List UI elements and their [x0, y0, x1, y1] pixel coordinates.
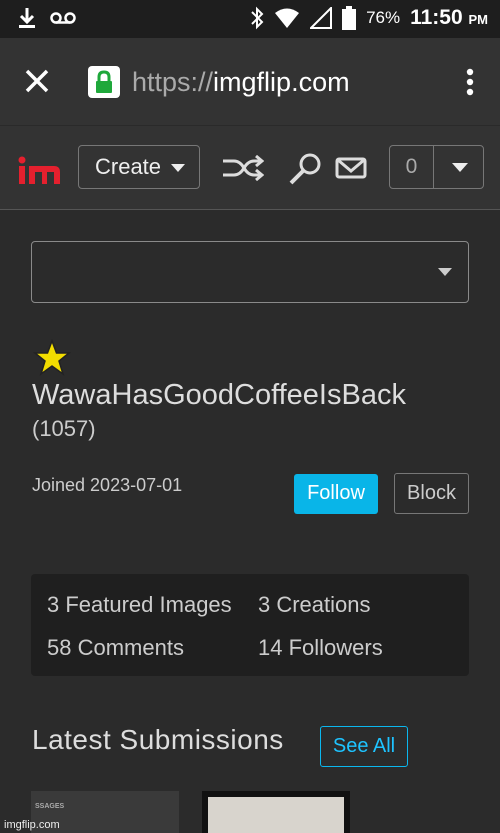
- lock-icon[interactable]: [88, 66, 120, 98]
- chevron-down-icon: [171, 164, 185, 172]
- see-all-button[interactable]: See All: [320, 726, 408, 767]
- search-icon[interactable]: [288, 152, 324, 186]
- download-icon: [19, 8, 35, 28]
- more-options-icon[interactable]: [466, 68, 474, 96]
- imgflip-logo[interactable]: [18, 150, 62, 186]
- profile-points: (1057): [32, 416, 96, 441]
- url-field[interactable]: https://imgflip.com: [132, 67, 350, 98]
- url-host: imgflip.com: [213, 67, 350, 97]
- joined-date: Joined 2023-07-01: [32, 475, 183, 495]
- profile-select[interactable]: [31, 241, 469, 303]
- create-button[interactable]: Create: [78, 145, 200, 189]
- stat-featured-images[interactable]: 3 Featured Images: [47, 592, 232, 618]
- chevron-down-icon: [452, 163, 468, 172]
- close-icon[interactable]: [22, 66, 52, 96]
- mail-icon[interactable]: [335, 157, 367, 179]
- star-icon: [33, 339, 71, 376]
- submission-thumbnail[interactable]: [202, 791, 350, 833]
- signal-icon: [310, 7, 333, 29]
- url-scheme: https://: [132, 67, 214, 97]
- stat-creations[interactable]: 3 Creations: [258, 592, 371, 618]
- block-button[interactable]: Block: [394, 473, 469, 514]
- battery-icon: [342, 6, 357, 30]
- profile-username: WawaHasGoodCoffeeIsBack: [32, 379, 406, 411]
- latest-submissions-title: Latest Submissions: [32, 724, 284, 755]
- thumbnail-image: [208, 797, 344, 833]
- clock-ampm: PM: [468, 12, 489, 27]
- notifications-dropdown[interactable]: 0: [389, 145, 484, 189]
- wifi-icon: [275, 8, 300, 28]
- create-label: Create: [95, 154, 162, 179]
- browser-toolbar: https://imgflip.com: [0, 38, 500, 126]
- stat-followers[interactable]: 14 Followers: [258, 635, 383, 661]
- voicemail-icon: [50, 12, 76, 24]
- follow-button[interactable]: Follow: [294, 474, 378, 514]
- shuffle-icon[interactable]: [222, 155, 264, 181]
- profile-stats: 3 Featured Images 3 Creations 58 Comment…: [31, 574, 469, 676]
- stat-comments[interactable]: 58 Comments: [47, 635, 184, 661]
- watermark: imgflip.com: [4, 819, 60, 831]
- clock: 11:50 PM: [410, 6, 488, 30]
- battery-percent: 76%: [366, 8, 401, 27]
- thumbnail-text: SSAGES: [35, 803, 65, 810]
- bluetooth-icon: [251, 6, 264, 30]
- clock-time: 11:50: [410, 6, 463, 29]
- chevron-down-icon: [438, 268, 452, 276]
- notification-count: 0: [390, 146, 434, 188]
- status-bar: 76% 11:50 PM: [0, 0, 500, 38]
